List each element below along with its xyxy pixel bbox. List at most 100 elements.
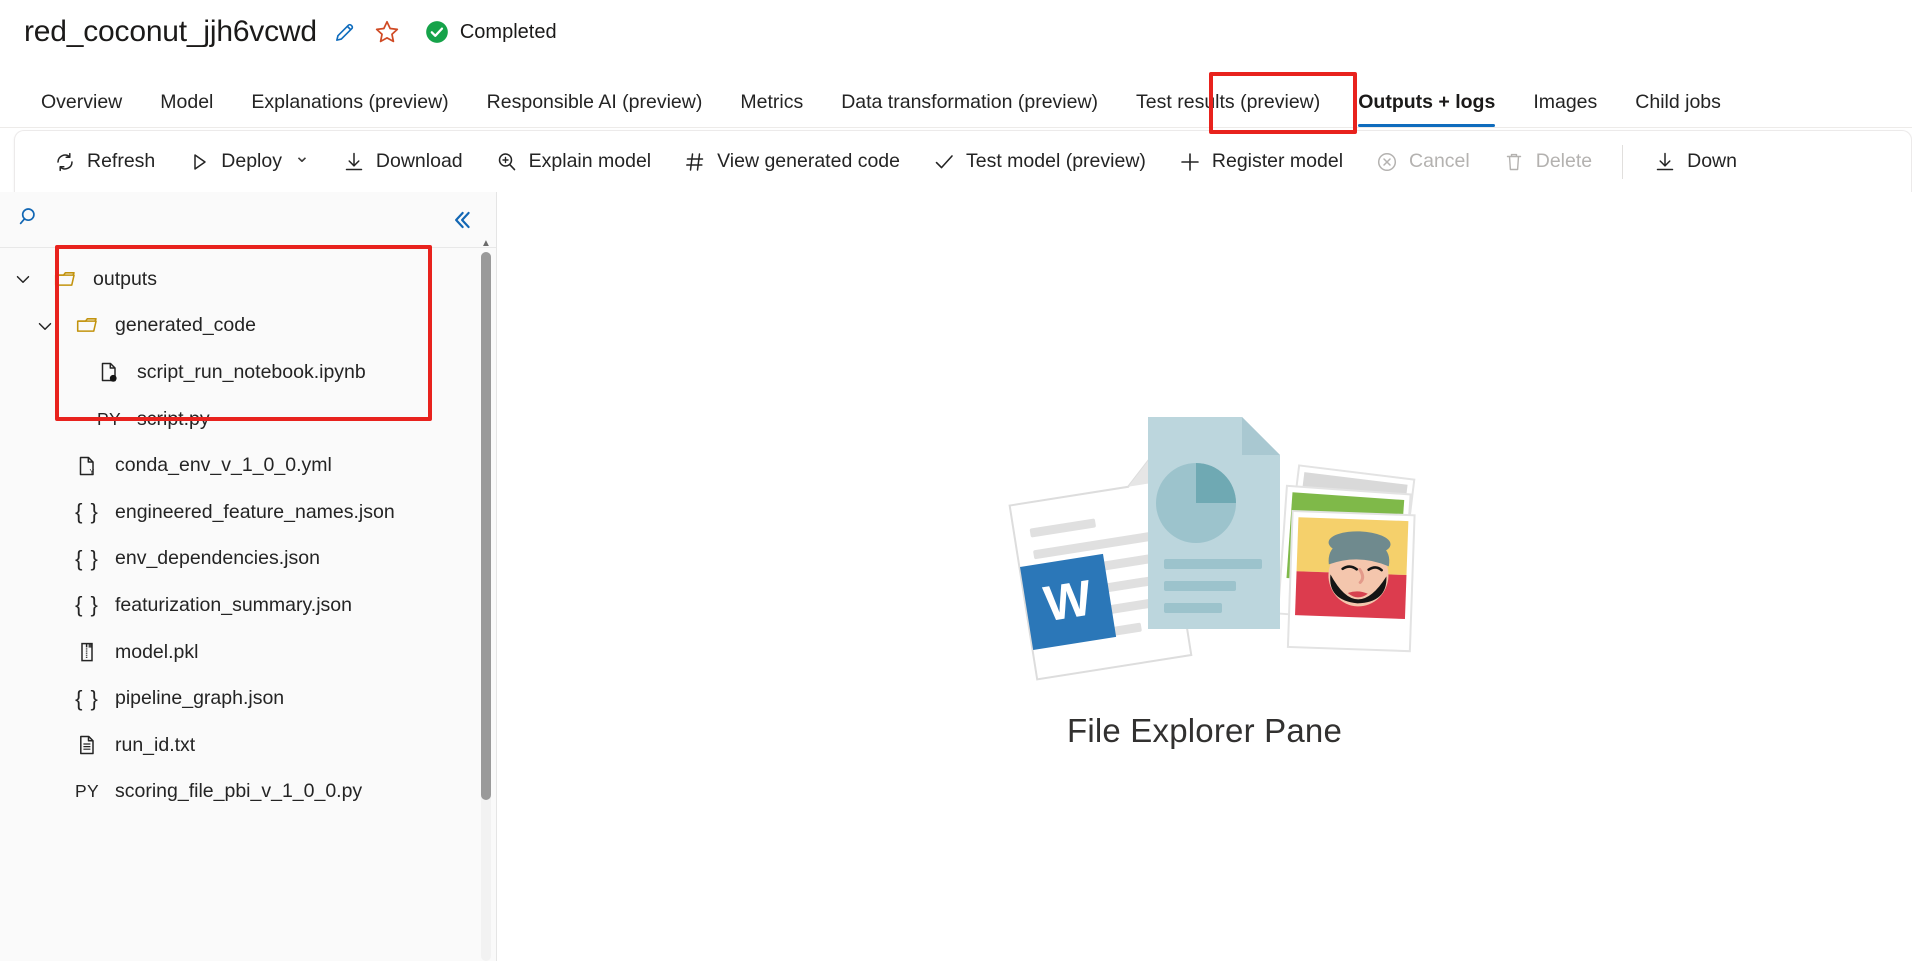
refresh-button[interactable]: Refresh bbox=[37, 139, 171, 185]
command-label: Deploy bbox=[221, 150, 282, 173]
py-icon: PY bbox=[68, 781, 106, 802]
tab-bar: Overview Model Explanations (preview) Respo… bbox=[0, 72, 1912, 128]
tab-images[interactable]: Images bbox=[1514, 90, 1616, 127]
scroll-up-arrow[interactable]: ▲ bbox=[481, 236, 491, 250]
file-tree-row[interactable]: outputs bbox=[0, 256, 496, 303]
star-icon[interactable] bbox=[373, 18, 401, 46]
download-all-button[interactable]: Down bbox=[1637, 139, 1753, 185]
page-title: red_coconut_jjh6vcwd bbox=[24, 14, 317, 50]
chevron-down-icon[interactable]: ⌄ bbox=[294, 145, 310, 168]
explain-model-button[interactable]: Explain model bbox=[479, 139, 667, 185]
download-button[interactable]: Download bbox=[326, 139, 479, 185]
status-text: Completed bbox=[460, 21, 557, 44]
tab-test-results-preview[interactable]: Test results (preview) bbox=[1117, 90, 1339, 127]
file-tree-row[interactable]: { }pipeline_graph.json bbox=[0, 675, 496, 722]
tab-outputs-logs[interactable]: Outputs + logs bbox=[1339, 90, 1514, 127]
deploy-button[interactable]: Deploy ⌄ bbox=[171, 139, 326, 185]
file-tree-row[interactable]: { }featurization_summary.json bbox=[0, 582, 496, 629]
search-icon bbox=[18, 205, 42, 234]
file-tree-scrollbar[interactable] bbox=[481, 252, 491, 961]
file-tree-label: script.py bbox=[128, 408, 210, 431]
search-left-group bbox=[18, 205, 448, 234]
tab-label: Explanations (preview) bbox=[251, 91, 448, 113]
active-tab-underline bbox=[1358, 124, 1495, 127]
tab-data-transformation-preview[interactable]: Data transformation (preview) bbox=[822, 90, 1117, 127]
json-icon: { } bbox=[68, 594, 106, 616]
file-tree-row[interactable]: Yconda_env_v_1_0_0.yml bbox=[0, 442, 496, 489]
command-label: Delete bbox=[1536, 150, 1592, 173]
chevron-down-icon[interactable] bbox=[22, 315, 68, 337]
view-generated-code-button[interactable]: View generated code bbox=[667, 139, 916, 185]
file-tree-label: script_run_notebook.ipynb bbox=[128, 361, 366, 384]
trash-icon bbox=[1502, 150, 1526, 174]
test-model-preview-button[interactable]: Test model (preview) bbox=[916, 139, 1162, 185]
command-label: Down bbox=[1687, 150, 1737, 173]
title-row: red_coconut_jjh6vcwd bbox=[0, 0, 1912, 50]
command-label: Register model bbox=[1212, 150, 1343, 173]
chevron-down-icon[interactable] bbox=[0, 268, 46, 290]
archive-icon bbox=[68, 640, 106, 664]
page-header: red_coconut_jjh6vcwd bbox=[0, 0, 1912, 72]
file-tree-row[interactable]: { }engineered_feature_names.json bbox=[0, 489, 496, 536]
download-icon bbox=[342, 150, 366, 174]
zoom-in-icon bbox=[495, 150, 519, 174]
checkmark-icon bbox=[932, 150, 956, 174]
file-tree-row[interactable]: PYscript.py bbox=[0, 396, 496, 443]
file-tree-label: model.pkl bbox=[106, 641, 198, 664]
tab-label: Child jobs bbox=[1635, 91, 1721, 113]
tab-overview[interactable]: Overview bbox=[22, 90, 141, 127]
scrollbar-thumb[interactable] bbox=[481, 252, 491, 800]
checkmark-circle-icon bbox=[423, 18, 451, 46]
svg-text:Y: Y bbox=[90, 469, 95, 476]
file-tree-label: scoring_file_pbi_v_1_0_0.py bbox=[106, 780, 362, 803]
command-label: Cancel bbox=[1409, 150, 1470, 173]
command-bar: Refresh Deploy ⌄ DownloadExplain modelView … bbox=[14, 130, 1912, 192]
tab-label: Model bbox=[160, 91, 213, 113]
tab-label: Outputs + logs bbox=[1358, 91, 1495, 113]
file-tree-label: engineered_feature_names.json bbox=[106, 501, 395, 524]
search-input[interactable] bbox=[52, 208, 382, 231]
cancel-button: Cancel bbox=[1359, 139, 1486, 185]
register-model-button[interactable]: Register model bbox=[1162, 139, 1359, 185]
tab-label: Metrics bbox=[740, 91, 803, 113]
file-tree-label: outputs bbox=[84, 268, 157, 291]
tab-child-jobs[interactable]: Child jobs bbox=[1616, 90, 1740, 127]
file-tree: outputs generated_code script_run_notebook… bbox=[0, 248, 496, 961]
file-search-row bbox=[0, 192, 496, 248]
double-chevron-left-icon[interactable] bbox=[448, 207, 474, 233]
svg-text:W: W bbox=[1040, 569, 1096, 632]
file-tree-label: featurization_summary.json bbox=[106, 594, 352, 617]
tab-label: Overview bbox=[41, 91, 122, 113]
tab-responsible-ai-preview[interactable]: Responsible AI (preview) bbox=[468, 90, 722, 127]
file-tree-label: env_dependencies.json bbox=[106, 547, 320, 570]
file-tree-row[interactable]: { }env_dependencies.json bbox=[0, 536, 496, 583]
tab-label: Responsible AI (preview) bbox=[487, 91, 703, 113]
file-tree-label: conda_env_v_1_0_0.yml bbox=[106, 454, 332, 477]
file-tree-row[interactable]: generated_code bbox=[0, 303, 496, 350]
empty-state-caption: File Explorer Pane bbox=[1067, 712, 1342, 750]
tab-label: Test results (preview) bbox=[1136, 91, 1320, 113]
json-icon: { } bbox=[68, 548, 106, 570]
py-icon: PY bbox=[90, 409, 128, 430]
json-icon: { } bbox=[68, 688, 106, 710]
file-tree-row[interactable]: script_run_notebook.ipynb bbox=[0, 349, 496, 396]
command-separator bbox=[1622, 145, 1623, 179]
tab-explanations-preview[interactable]: Explanations (preview) bbox=[232, 90, 467, 127]
file-preview-pane: W bbox=[497, 192, 1912, 961]
download-icon bbox=[1653, 150, 1677, 174]
documents-and-photos-illustration: W bbox=[990, 393, 1420, 698]
file-tree-row[interactable]: PYscoring_file_pbi_v_1_0_0.py bbox=[0, 769, 496, 816]
tab-metrics[interactable]: Metrics bbox=[721, 90, 822, 127]
tab-model[interactable]: Model bbox=[141, 90, 232, 127]
file-tree-row[interactable]: model.pkl bbox=[0, 629, 496, 676]
plus-icon bbox=[1178, 150, 1202, 174]
file-tree-label: pipeline_graph.json bbox=[106, 687, 284, 710]
json-icon: { } bbox=[68, 501, 106, 523]
hash-icon bbox=[683, 150, 707, 174]
refresh-icon bbox=[53, 150, 77, 174]
file-tree-row[interactable]: run_id.txt bbox=[0, 722, 496, 769]
pencil-icon[interactable] bbox=[331, 18, 359, 46]
status-badge: Completed bbox=[423, 18, 557, 46]
command-label: Test model (preview) bbox=[966, 150, 1146, 173]
play-icon bbox=[187, 150, 211, 174]
